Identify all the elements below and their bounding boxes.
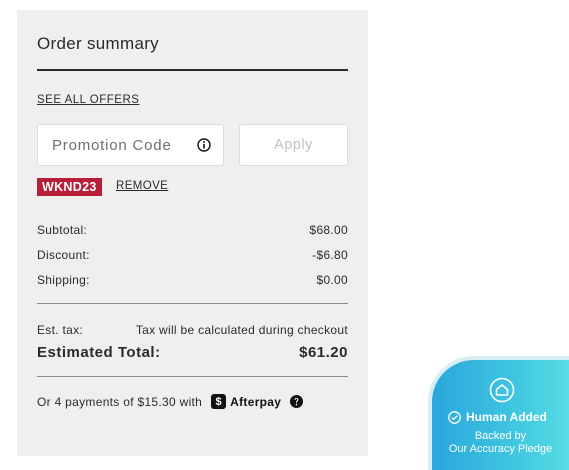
remove-code-link[interactable]: REMOVE	[116, 180, 168, 192]
subtotal-label: Subtotal:	[37, 223, 88, 237]
estimated-total-value: $61.20	[299, 344, 348, 361]
discount-label: Discount:	[37, 248, 90, 262]
pledge-line-2: Our Accuracy Pledge	[448, 442, 553, 455]
human-added-text: Human Added	[466, 410, 547, 424]
check-circle-icon	[448, 410, 461, 424]
afterpay-label: Afterpay	[230, 394, 282, 409]
payment-divider	[37, 376, 348, 377]
info-icon[interactable]	[197, 138, 211, 152]
pledge-line-1: Backed by	[474, 430, 527, 442]
promotion-code-input[interactable]	[38, 125, 202, 165]
home-icon	[489, 377, 515, 403]
discount-value: -$6.80	[312, 248, 348, 262]
help-icon[interactable]	[290, 395, 304, 408]
pledge-text: Backed by Our Accuracy Pledge	[432, 430, 569, 455]
order-summary-title: Order summary	[37, 34, 159, 53]
totals-divider	[37, 303, 348, 304]
human-added-label: Human Added	[448, 410, 547, 424]
installments-line: Or 4 payments of $15.30 with $ Afterpay	[37, 394, 304, 409]
installments-text: Or 4 payments of $15.30 with	[37, 394, 203, 409]
see-all-offers-link[interactable]: SEE ALL OFFERS	[37, 94, 139, 106]
applied-code-badge: WKND23	[37, 178, 102, 196]
afterpay-logo-icon: $	[211, 394, 227, 409]
estimated-total-label: Estimated Total:	[37, 344, 161, 361]
promotion-code-field[interactable]	[37, 124, 224, 166]
title-divider	[37, 69, 348, 71]
estimated-total-row: Estimated Total: $61.20	[37, 344, 348, 361]
subtotal-value: $68.00	[309, 223, 348, 237]
shipping-value: $0.00	[316, 273, 348, 287]
shipping-label: Shipping:	[37, 273, 90, 287]
order-summary-panel: Order summary SEE ALL OFFERS Apply WKND2…	[17, 10, 368, 456]
afterpay-logo: $ Afterpay	[211, 394, 281, 409]
tax-label: Est. tax:	[37, 323, 84, 337]
accuracy-pledge-badge[interactable]: Human Added Backed by Our Accuracy Pledg…	[428, 356, 569, 470]
apply-button[interactable]: Apply	[239, 124, 348, 166]
tax-note: Tax will be calculated during checkout	[135, 323, 348, 337]
